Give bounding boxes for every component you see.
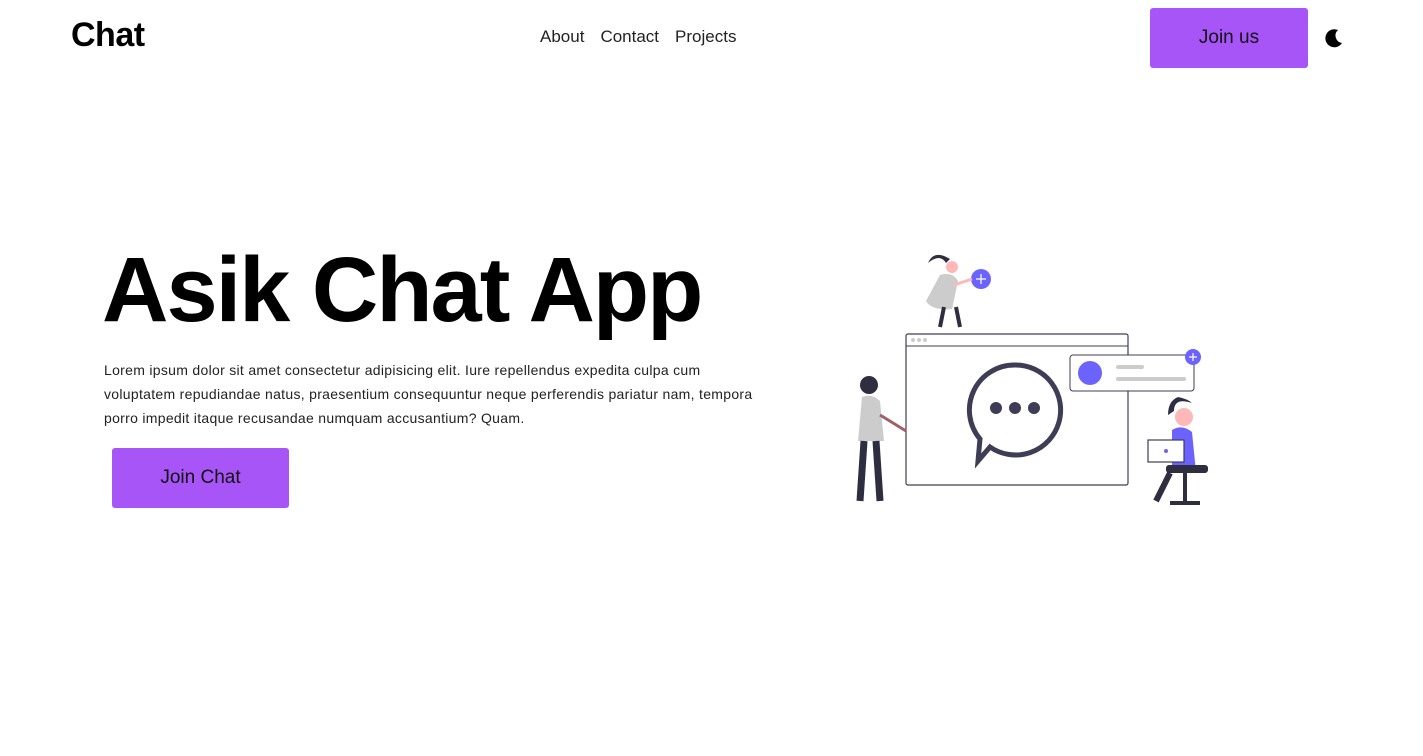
join-us-button[interactable]: Join us — [1150, 8, 1308, 68]
nav-link-contact[interactable]: Contact — [600, 27, 659, 47]
logo[interactable]: Chat — [71, 16, 145, 55]
moon-icon[interactable] — [1322, 26, 1346, 50]
chat-illustration — [840, 245, 1220, 515]
hero-title: Asik Chat App — [102, 239, 703, 341]
navbar: Chat About Contact Projects Join us — [0, 0, 1423, 76]
nav-link-about[interactable]: About — [540, 27, 584, 47]
nav-link-projects[interactable]: Projects — [675, 27, 736, 47]
nav-links: About Contact Projects — [540, 27, 736, 47]
hero-description: Lorem ipsum dolor sit amet consectetur a… — [104, 362, 753, 426]
join-chat-button[interactable]: Join Chat — [112, 448, 289, 508]
